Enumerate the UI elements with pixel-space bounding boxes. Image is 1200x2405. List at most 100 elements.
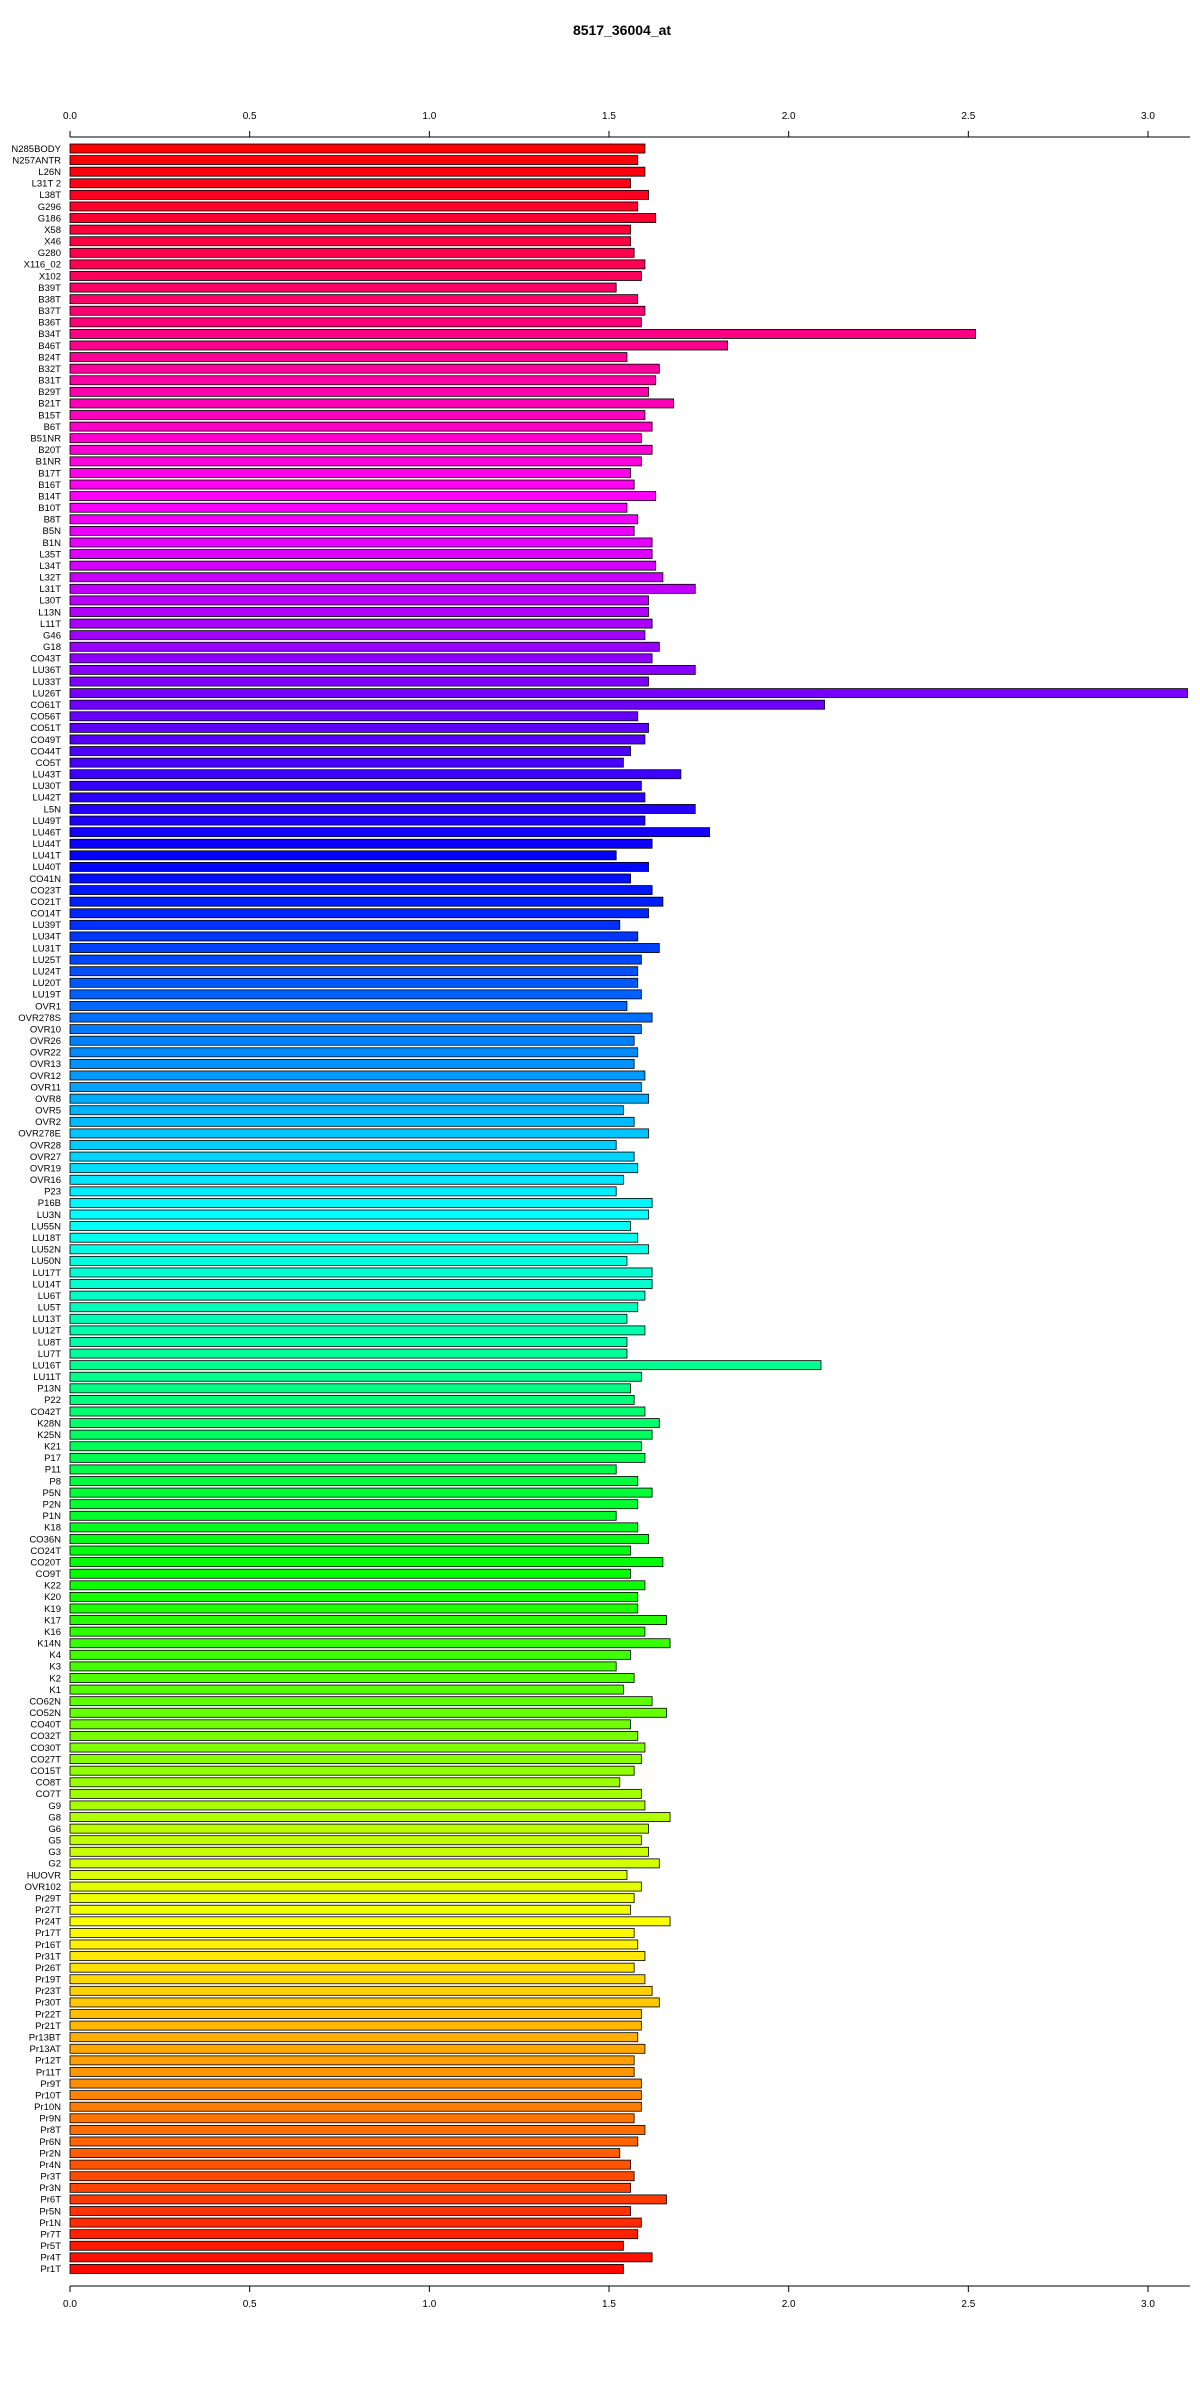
bar [69,1001,628,1011]
bar [69,1777,621,1788]
category-label: N257ANTR [12,155,61,166]
top-tick-label: 2.5 [961,111,975,122]
category-label: LU18T [32,1233,61,1244]
bar [69,1754,642,1765]
bar [69,1499,639,1510]
bar [69,363,660,374]
bar [69,155,639,166]
bar [69,1163,639,1174]
category-label: LU31T [32,943,61,954]
bar [69,2113,635,2124]
bar [69,653,653,664]
category-label: K25N [37,1430,61,1441]
bar [69,734,646,745]
category-label: P23 [44,1187,61,1198]
bar [69,1151,635,1162]
bar [69,328,976,339]
category-label: N285BODY [11,144,61,155]
category-label: OVR13 [30,1059,61,1070]
bar [69,143,646,154]
bar [69,1893,635,1904]
bar [69,2067,635,2077]
category-label: LU11T [33,1372,61,1383]
bar [69,421,653,432]
category-label: OVR278E [18,1129,61,1140]
top-tick-label: 2.0 [782,111,796,122]
bar [69,1093,649,1104]
category-label: B37T [38,306,61,317]
category-label: CO8T [36,1778,62,1789]
bar [69,583,696,594]
bar [69,1951,646,1962]
bar [69,746,631,756]
bar [69,386,649,397]
category-label: OVR27 [30,1152,61,1163]
category-label: B14T [38,491,61,502]
bar [69,919,621,930]
category-label: LU13T [32,1314,61,1325]
x-axis-top: 0.0 0.5 1.0 1.5 2.0 2.5 3.0 [63,111,1190,138]
category-label: X102 [39,271,61,282]
bar [69,271,642,281]
category-label: CO15T [30,1766,61,1777]
bar [69,398,675,409]
category-label: K1 [49,1685,61,1696]
category-label: G5 [48,1836,61,1847]
category-label: B1N [43,538,62,549]
bar [69,885,653,896]
bottom-tick-label: 2.0 [782,2299,796,2310]
category-label: K22 [44,1581,61,1592]
category-label: K3 [49,1662,61,1673]
category-label: CO21T [30,897,61,908]
category-label: Pr16T [35,1940,61,1951]
category-label: LU36T [32,665,61,676]
bar [69,873,631,884]
category-label: LU44T [32,839,61,850]
category-label: CO42T [30,1407,61,1418]
bar [69,665,696,675]
category-label: CO41N [29,874,61,885]
category-label: LU42T [32,793,61,804]
category-label: B8T [44,515,62,526]
category-label: P1N [43,1511,62,1522]
bottom-tick-label: 1.5 [602,2299,616,2310]
bar [69,2101,642,2112]
bar [69,166,646,177]
category-label: Pr30T [35,1998,61,2009]
bottom-tick-label: 0.0 [63,2299,77,2310]
top-tick-label: 1.5 [602,111,616,122]
category-label: LU25T [32,955,61,966]
category-label: CO5T [36,758,62,769]
bar [69,1707,667,1718]
category-label: Pr9T [40,2079,61,2090]
category-label: LU6T [38,1291,61,1302]
category-label: Pr13AT [29,2044,61,2055]
bar [69,1244,649,1255]
bar [69,1116,635,1127]
bar [69,618,653,629]
bar [69,1835,642,1846]
category-label: Pr24T [35,1917,61,1928]
category-label: LU24T [32,966,61,977]
bar [69,1105,624,1116]
bar [69,2032,639,2043]
category-label: CO23T [30,885,61,896]
bar [69,1371,642,1382]
category-label: P2N [43,1499,62,1510]
bar [69,1881,642,1892]
category-label: CO24T [30,1546,61,1557]
bar [69,2182,631,2193]
category-label: Pr26T [35,1963,61,1974]
bar [69,1846,649,1857]
category-label: B20T [38,445,61,456]
category-label: OVR5 [35,1106,61,1117]
bar [69,1418,660,1429]
category-label: OVR1 [35,1001,61,1012]
bar [69,676,649,687]
category-label: CO44T [30,746,61,757]
category-label: LU41T [32,851,61,862]
bar [69,838,653,849]
bar [69,1812,671,1822]
bottom-tick-label: 1.0 [422,2299,436,2310]
category-labels: N285BODYN257ANTRL26NL31T 2L38TG296G186X5… [11,144,61,2275]
